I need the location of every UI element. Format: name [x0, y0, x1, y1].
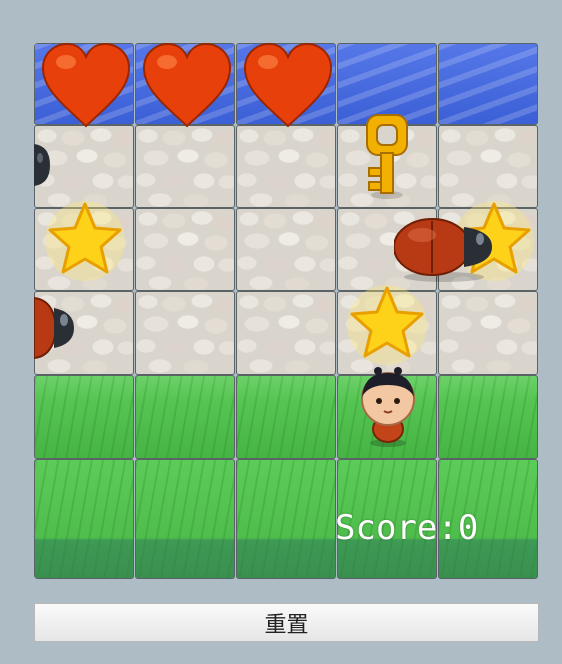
stone-tile	[236, 125, 336, 208]
heart-icon	[243, 42, 333, 128]
grass-tile	[236, 459, 336, 579]
beetle-icon	[34, 144, 50, 186]
beetle-icon	[394, 218, 492, 282]
grass-tile	[135, 459, 235, 579]
reset-button[interactable]: 重置	[34, 603, 539, 642]
key-icon	[366, 114, 408, 199]
stone-tile	[135, 208, 235, 291]
grass-tile	[34, 375, 134, 459]
stone-tile	[135, 125, 235, 208]
grass-tile	[438, 375, 538, 459]
heart-icon	[142, 42, 232, 128]
player-icon[interactable]	[352, 367, 424, 447]
grass-tile	[34, 459, 134, 579]
star-icon	[45, 201, 125, 281]
water-tile	[438, 43, 538, 125]
grass-tile	[135, 375, 235, 459]
heart-icon	[41, 42, 131, 128]
stone-tile	[438, 291, 538, 375]
stone-tile	[236, 291, 336, 375]
star-icon	[347, 285, 427, 365]
score-label: Score:0	[335, 508, 479, 548]
stone-tile	[236, 208, 336, 291]
grass-tile	[236, 375, 336, 459]
beetle-icon	[34, 296, 74, 360]
stone-tile	[135, 291, 235, 375]
